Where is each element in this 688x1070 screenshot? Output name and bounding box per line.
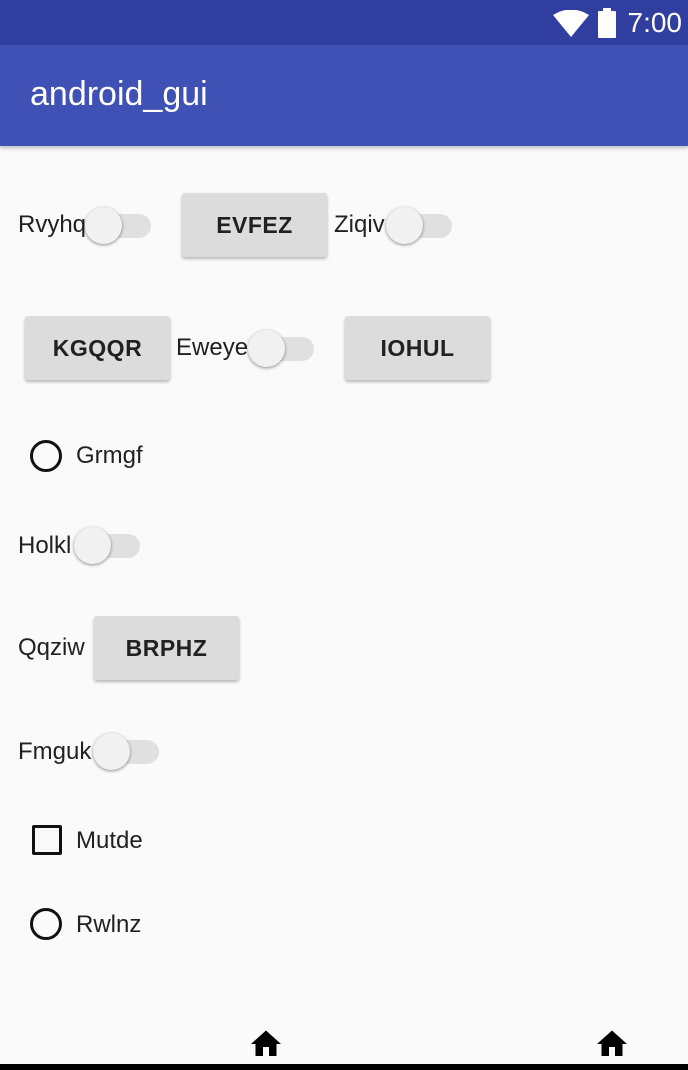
- radio-grmgf-label: Grmgf: [76, 442, 143, 469]
- app-bar: android_gui: [0, 45, 688, 146]
- home-icon[interactable]: [594, 1026, 630, 1062]
- evfez-button[interactable]: EVFEZ: [182, 193, 327, 257]
- switch-thumb: [93, 733, 130, 770]
- checkbox-mutde[interactable]: [32, 825, 62, 855]
- switch-ziqiv[interactable]: [384, 206, 454, 246]
- radio-grmgf[interactable]: [30, 440, 62, 472]
- status-bar: 7:00: [0, 0, 688, 45]
- switch-eweye[interactable]: [246, 329, 316, 369]
- status-time: 7:00: [627, 7, 683, 38]
- switch-fmguk[interactable]: [91, 732, 161, 772]
- wifi-icon: [553, 10, 589, 37]
- iohul-button[interactable]: IOHUL: [345, 316, 490, 380]
- switch-eweye-label: Eweye: [176, 334, 249, 361]
- switch-thumb: [85, 207, 122, 244]
- checkbox-mutde-label: Mutde: [76, 827, 143, 854]
- kgqqr-button[interactable]: KGQQR: [25, 316, 170, 380]
- switch-rvyhq-label: Rvyhq: [18, 211, 87, 238]
- switch-thumb: [74, 527, 111, 564]
- navigation-bar: [0, 1064, 688, 1070]
- switch-holkl[interactable]: [72, 526, 142, 566]
- switch-fmguk-label: Fmguk: [18, 738, 92, 765]
- home-icon[interactable]: [248, 1026, 284, 1062]
- qqziw-label: Qqziw: [18, 634, 85, 661]
- radio-rwlnz-label: Rwlnz: [76, 911, 142, 938]
- switch-holkl-label: Holkl: [18, 532, 72, 559]
- switch-thumb: [386, 207, 423, 244]
- app-title: android_gui: [30, 75, 208, 113]
- radio-rwlnz[interactable]: [30, 908, 62, 940]
- battery-icon: [598, 8, 616, 38]
- switch-ziqiv-label: Ziqiv: [334, 211, 385, 238]
- switch-rvyhq[interactable]: [83, 206, 153, 246]
- brphz-button[interactable]: BRPHZ: [94, 616, 239, 680]
- switch-thumb: [248, 330, 285, 367]
